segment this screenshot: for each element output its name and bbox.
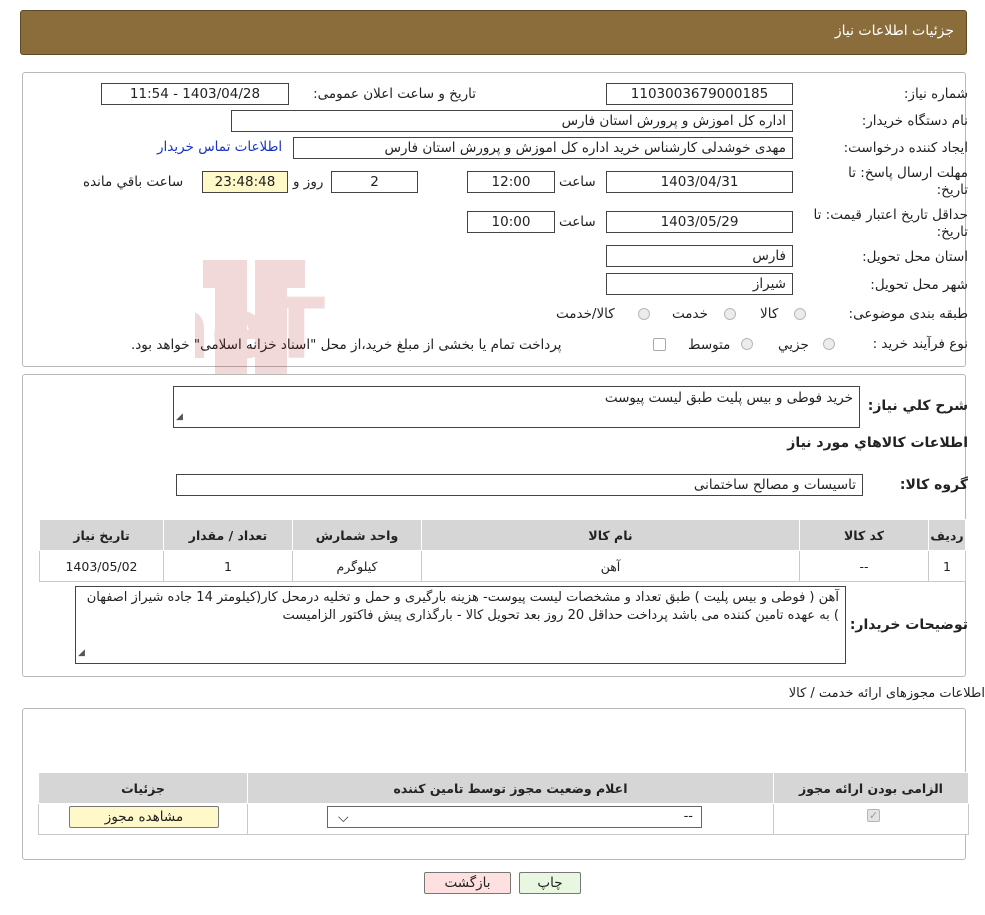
category-option-goods: کالا [760,306,779,322]
process-radio-medium[interactable] [741,338,753,350]
deadline-time-label: ساعت [559,174,596,190]
page-header: جزئیات اطلاعات نیاز [20,10,967,55]
view-permit-button[interactable]: مشاهده مجوز [69,806,219,828]
col-quantity: تعداد / مقدار [163,519,293,551]
buyer-notes-textarea[interactable]: آهن ( فوطی و بیس پلیت ) طبق تعداد و مشخص… [75,586,846,664]
days-remaining-field: 2 [331,171,418,193]
category-label: طبقه بندی موضوعی: [848,306,968,322]
deadline-date-field: 1403/04/31 [606,171,793,193]
process-radio-minor[interactable] [823,338,835,350]
announce-label: تاریخ و ساعت اعلان عمومی: [313,86,476,102]
summary-textarea[interactable]: خرید فوطی و بیس پلیت طبق لیست پیوست ◢ [173,386,860,428]
goods-table: رديف کد کالا نام کالا واحد شمارش تعداد /… [39,519,966,582]
col-permit-required: الزامی بودن ارائه مجوز [773,772,969,804]
category-radio-goods-service[interactable] [638,308,650,320]
province-field: فارس [606,245,793,267]
cell-name: آهن [421,550,800,582]
page-title: جزئیات اطلاعات نیاز [834,23,954,39]
print-button[interactable]: چاپ [519,872,581,894]
category-radio-service[interactable] [724,308,736,320]
validity-time-field: 10:00 [467,211,555,233]
cell-unit: کیلوگرم [292,550,422,582]
buyer-notes-label: توضیحات خریدار: [849,617,968,633]
process-option-medium: متوسط [688,337,731,353]
validity-date-field: 1403/05/29 [606,211,793,233]
resize-grip-icon[interactable]: ◢ [78,644,85,662]
buyer-org-field: اداره کل اموزش و پرورش استان فارس [231,110,793,132]
col-date: تاريخ نياز [39,519,164,551]
category-option-goods-service: کالا/خدمت [556,306,615,322]
resize-grip-icon[interactable]: ◢ [176,408,183,426]
need-number-field: 1103003679000185 [606,83,793,105]
buyer-org-label: نام دستگاه خریدار: [861,113,968,129]
creator-label: ایجاد کننده درخواست: [843,140,968,156]
creator-field: مهدی خوشدلی کارشناس خرید اداره کل اموزش … [293,137,793,159]
deadline-time-field: 12:00 [467,171,555,193]
deadline-label: مهلت ارسال پاسخ: تا [848,165,968,181]
cell-code: -- [799,550,929,582]
days-label: روز و [293,174,324,190]
col-code: کد کالا [799,519,929,551]
col-name: نام کالا [421,519,800,551]
remaining-time-label: ساعت باقي مانده [83,174,184,190]
validity-label: حداقل تاریخ اعتبار قیمت: تا [813,207,968,223]
permits-title: اطلاعات مجوزهای ارائه خدمت / کالا [788,686,985,701]
back-button[interactable]: بازگشت [424,872,511,894]
deadline-label-date: تاریخ: [936,182,968,198]
treasury-checkbox[interactable] [653,338,666,351]
col-row: رديف [928,519,966,551]
col-unit: واحد شمارش [292,519,422,551]
permit-required-checkbox[interactable]: ✓ [867,809,880,822]
buyer-contact-link[interactable]: اطلاعات تماس خریدار [157,139,282,155]
summary-text: خرید فوطی و بیس پلیت طبق لیست پیوست [604,390,853,406]
permit-status-value: -- [683,809,693,824]
cell-date: 1403/05/02 [39,550,164,582]
group-field: تاسیسات و مصالح ساختمانی [176,474,863,496]
permit-status-select[interactable]: ⌵ -- [327,806,702,828]
validity-time-label: ساعت [559,214,596,230]
city-label: شهر محل تحویل: [870,277,968,293]
group-label: گروه کالا: [899,477,968,493]
province-label: استان محل تحویل: [862,249,968,265]
buyer-notes-text: آهن ( فوطی و بیس پلیت ) طبق تعداد و مشخص… [86,590,839,623]
announce-field: 1403/04/28 - 11:54 [101,83,289,105]
process-note: پرداخت تمام یا بخشی از مبلغ خرید،از محل … [131,337,562,353]
category-radio-goods[interactable] [794,308,806,320]
table-row: 1 -- آهن کیلوگرم 1 1403/05/02 [39,550,966,582]
process-label: نوع فرآیند خرید : [872,336,968,352]
col-permit-status: اعلام وضعیت مجوز توسط تامین کننده [247,772,774,804]
city-field: شیراز [606,273,793,295]
remaining-time-field: 23:48:48 [202,171,288,193]
cell-quantity: 1 [163,550,293,582]
permits-table-header: الزامی بودن ارائه مجوز اعلام وضعیت مجوز … [38,772,969,804]
need-number-label: شماره نیاز: [903,86,968,102]
cell-row: 1 [928,550,966,582]
validity-label-date: تاریخ: [936,224,968,240]
goods-info-title: اطلاعات کالاهاي مورد نياز [787,435,968,451]
category-option-service: خدمت [672,306,708,322]
chevron-down-icon: ⌵ [338,810,349,826]
summary-label: شرح کلي نياز: [867,398,968,414]
goods-table-header: رديف کد کالا نام کالا واحد شمارش تعداد /… [39,519,966,551]
process-option-minor: جزیي [778,337,809,353]
col-permit-details: جزئیات [38,772,248,804]
